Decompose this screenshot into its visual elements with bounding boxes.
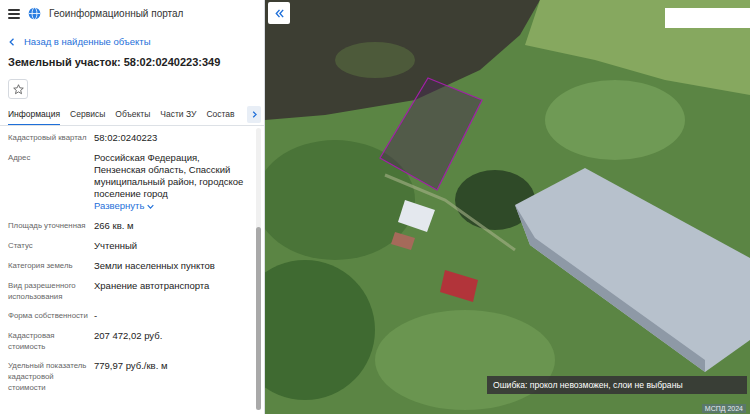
field-label: Кадастровый квартал [8, 132, 88, 144]
field-row: Площадь уточненная 266 кв. м [8, 216, 256, 236]
field-label: Удельный показатель кадастровой стоимост… [8, 360, 88, 393]
expand-link-text[interactable]: Развернуть [94, 200, 144, 212]
field-value-cell: Земли населенных пунктов [94, 260, 252, 272]
chevron-right-icon [251, 111, 258, 118]
object-title: Земельный участок: 58:02:0240223:349 [0, 52, 264, 75]
favorite-button[interactable] [8, 79, 28, 99]
tab-list: Информация Сервисы Объекты Части ЗУ Состав [8, 105, 243, 125]
field-list: Кадастровый квартал 58:02:0240223 АдресРос… [0, 126, 256, 414]
field-label: Вид разрешенного использования [8, 280, 88, 302]
field-value: 58:02:0240223 [94, 132, 252, 144]
field-label: Статус [8, 240, 88, 252]
field-row: Вид разрешенного использования Хранение а… [8, 276, 256, 306]
field-value: - [94, 310, 252, 322]
scrollbar-thumb[interactable] [256, 227, 261, 410]
field-row: Форма собственности- [8, 306, 256, 326]
field-value-cell: 58:02:0240223 [94, 132, 252, 144]
field-row: Кадастровая стоимость 207 472,02 руб. [8, 326, 256, 356]
field-row: Статус Учтенный [8, 236, 256, 256]
field-value: Земли населенных пунктов [94, 260, 252, 272]
back-link[interactable]: Назад в найденные объекты [0, 27, 264, 52]
chevron-down-icon [147, 203, 154, 210]
field-label: Площадь уточненная [8, 220, 88, 232]
field-label: Категория земель [8, 260, 88, 272]
field-label: Кадастровая стоимость [8, 330, 88, 352]
chevron-left-icon [8, 38, 16, 46]
field-value-cell: Хранение автотранспорта [94, 280, 252, 302]
map-attribution: МСПД 2024 [702, 404, 746, 413]
error-toast: Ошибка: прокол невозможен, слои не выбра… [487, 376, 747, 394]
tab[interactable]: Информация [8, 105, 60, 125]
field-value-cell: 266 кв. м [94, 220, 252, 232]
back-link-text[interactable]: Назад в найденные объекты [24, 35, 151, 49]
info-panel: Геоинформационный портал Назад в найденн… [0, 0, 265, 414]
tab-bar: Информация Сервисы Объекты Части ЗУ Состав [0, 105, 264, 126]
app-header: Геоинформационный портал [0, 0, 264, 27]
field-value-cell: 779,97 руб./кв. м [94, 360, 252, 393]
field-value-cell: Учтенный [94, 240, 252, 252]
field-value-cell: Российская Федерация, Пензенская область… [94, 152, 252, 212]
star-icon [13, 84, 24, 95]
globe-icon [28, 7, 41, 20]
field-value: 779,97 руб./кв. м [94, 360, 252, 372]
app-title: Геоинформационный портал [49, 6, 183, 21]
tab[interactable]: Части ЗУ [160, 105, 196, 125]
field-value: Хранение автотранспорта [94, 280, 252, 292]
tab-scroll-button[interactable] [247, 106, 261, 123]
tab[interactable]: Сервисы [70, 105, 105, 125]
info-body: Кадастровый квартал 58:02:0240223 АдресРос… [0, 126, 264, 414]
collapse-panel-button[interactable] [268, 2, 290, 24]
field-label: Форма собственности [8, 310, 88, 322]
expand-link[interactable]: Развернуть [94, 200, 154, 212]
field-label: Адрес [8, 152, 88, 212]
field-row: Кадастровый квартал 58:02:0240223 [8, 128, 256, 148]
field-value: 266 кв. м [94, 220, 252, 232]
field-value: Российская Федерация, Пензенская область… [94, 152, 252, 200]
field-row: АдресРоссийская Федерация, Пензенская об… [8, 148, 256, 216]
field-value-cell: - [94, 310, 252, 322]
field-row: Удельный показатель кадастровой стоимост… [8, 356, 256, 397]
field-value: 207 472,02 руб. [94, 330, 252, 342]
map-search-field[interactable] [665, 8, 750, 28]
field-value-cell: 207 472,02 руб. [94, 330, 252, 352]
scrollbar-track[interactable] [256, 128, 261, 410]
tab[interactable]: Состав [206, 105, 234, 125]
menu-icon[interactable] [8, 9, 20, 19]
field-value: Учтенный [94, 240, 252, 252]
aerial-map[interactable] [265, 0, 750, 414]
double-chevron-left-icon [274, 8, 285, 19]
field-row: Категория земель Земли населенных пунктов [8, 256, 256, 276]
tab[interactable]: Объекты [115, 105, 150, 125]
map-view[interactable]: Ошибка: прокол невозможен, слои не выбра… [265, 0, 750, 414]
